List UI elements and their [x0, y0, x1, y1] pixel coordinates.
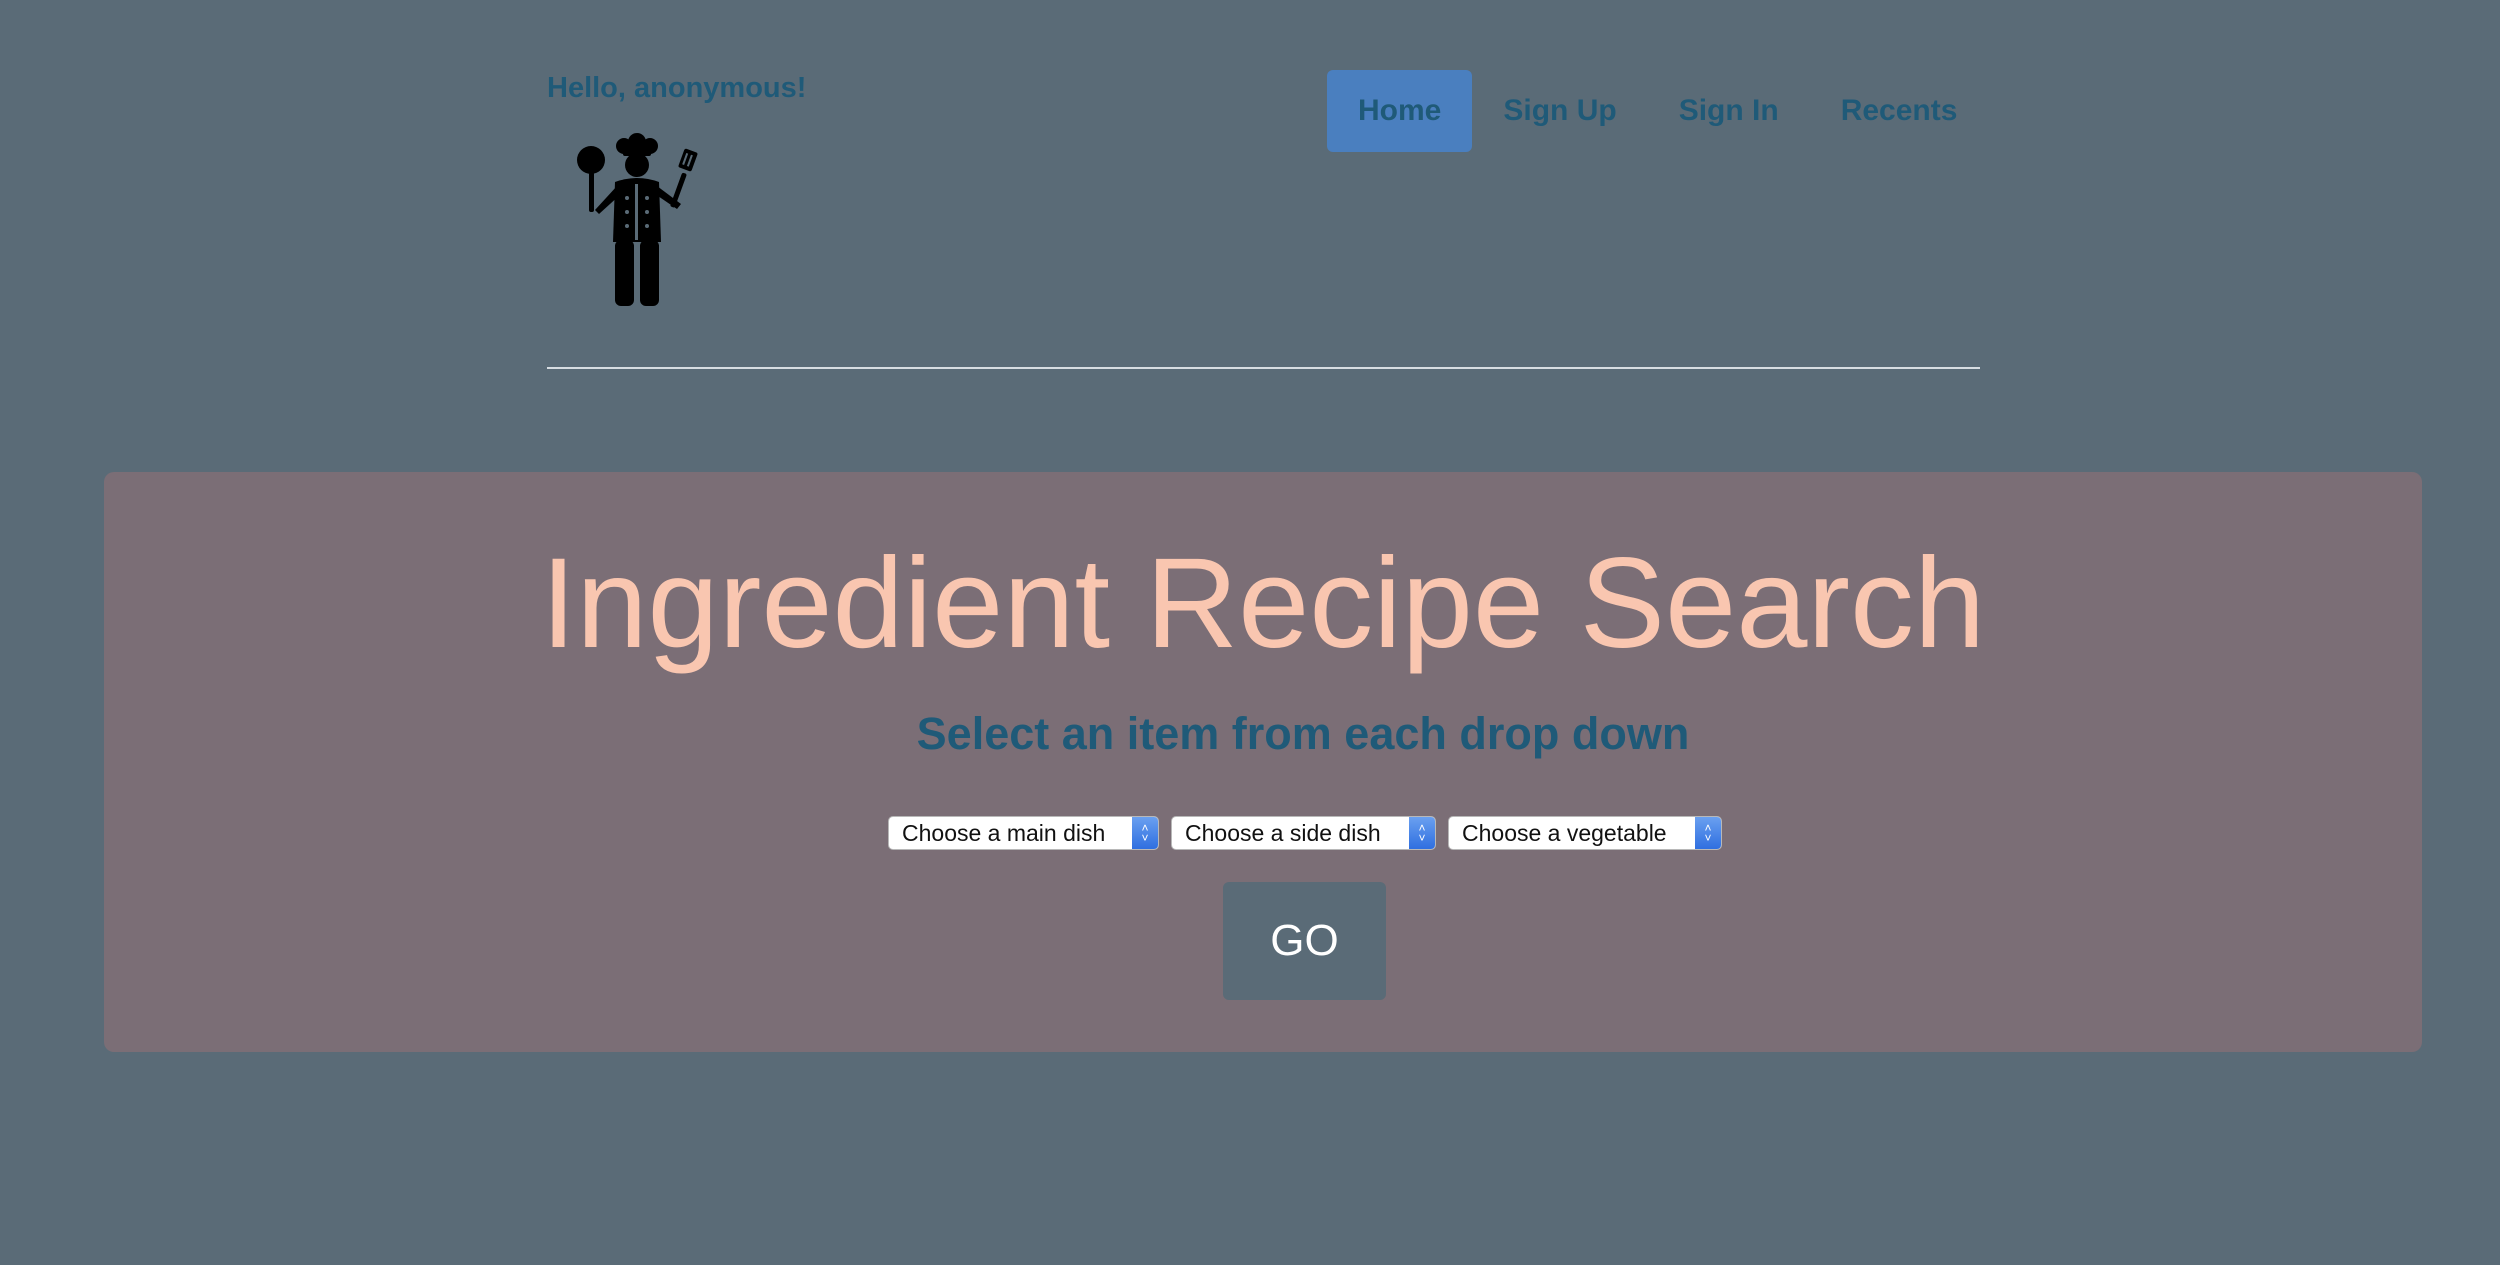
- search-panel: Ingredient Recipe Search Select an item …: [104, 472, 2422, 1052]
- side-dish-select[interactable]: Choose a side dish ˄ ˅: [1171, 816, 1436, 850]
- greeting-text: Hello, anonymous!: [547, 72, 807, 104]
- vegetable-select[interactable]: Choose a vegetable ˄ ˅: [1448, 816, 1722, 850]
- nav-home[interactable]: Home: [1327, 70, 1473, 152]
- main-nav: Home Sign Up Sign In Recents: [1327, 70, 1988, 152]
- nav-recents[interactable]: Recents: [1810, 70, 1989, 152]
- site-header: Hello, anonymous! Home Sign Up Sign In R…: [547, 0, 1980, 372]
- select-arrows-icon: ˄ ˅: [1132, 817, 1158, 849]
- nav-sign-in[interactable]: Sign In: [1648, 70, 1810, 152]
- dropdown-group: Choose a main dish ˄ ˅ Choose a side dish…: [888, 816, 1722, 850]
- vegetable-select-value: Choose a vegetable: [1462, 820, 1667, 846]
- select-arrows-icon: ˄ ˅: [1409, 817, 1435, 849]
- page-title: Ingredient Recipe Search: [540, 532, 1986, 675]
- main-dish-select[interactable]: Choose a main dish ˄ ˅: [888, 816, 1159, 850]
- select-arrows-icon: ˄ ˅: [1695, 817, 1721, 849]
- header-divider: [547, 367, 1980, 369]
- main-dish-select-value: Choose a main dish: [902, 820, 1106, 846]
- nav-sign-up[interactable]: Sign Up: [1472, 70, 1647, 152]
- chef-icon: [577, 133, 698, 306]
- side-dish-select-value: Choose a side dish: [1185, 820, 1381, 846]
- go-button[interactable]: GO: [1223, 882, 1386, 1000]
- page-subtitle: Select an item from each drop down: [916, 708, 1690, 759]
